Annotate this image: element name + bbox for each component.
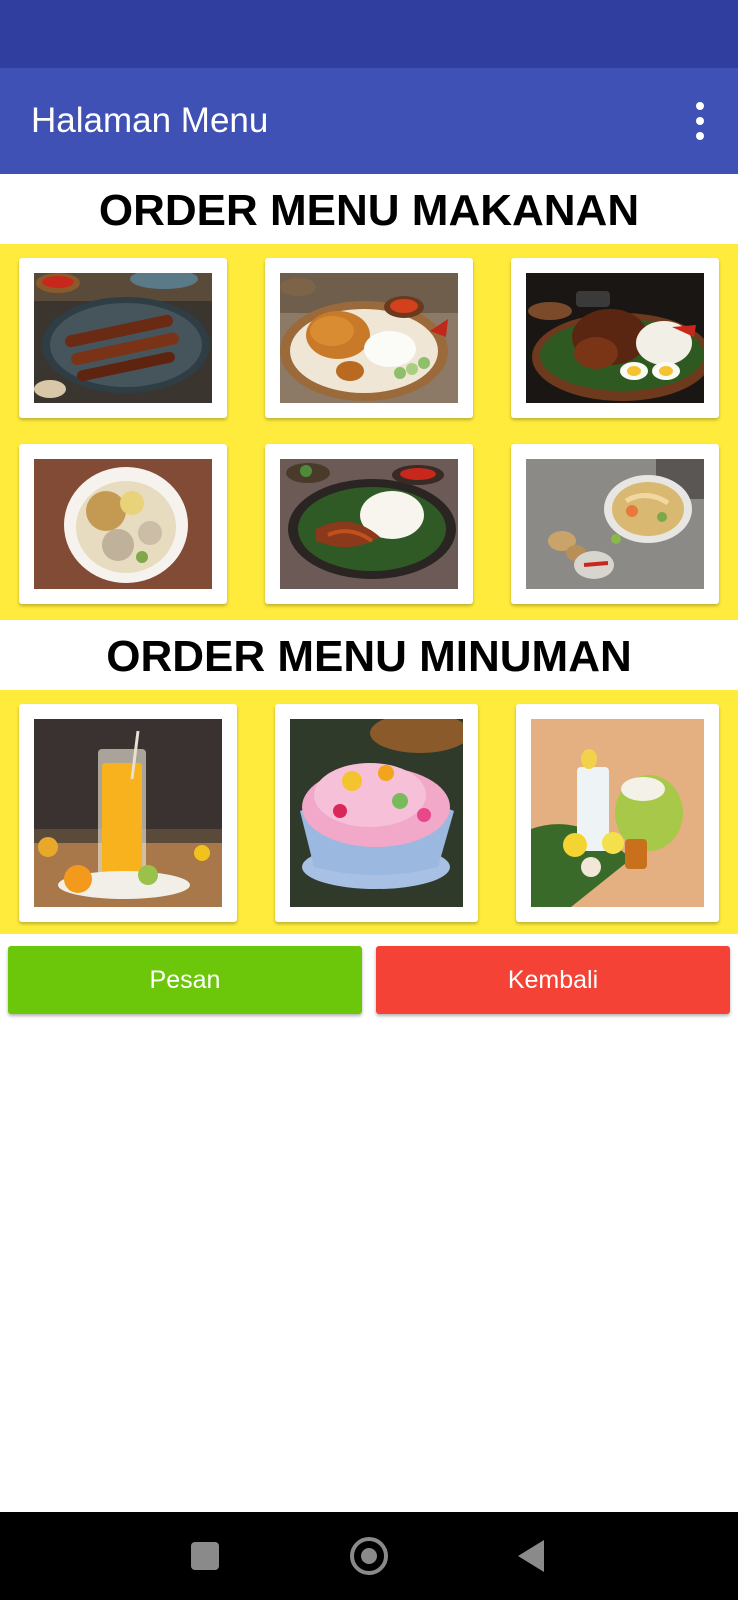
status-bar (0, 0, 738, 68)
square-icon[interactable] (191, 1542, 219, 1570)
menu-item-food-6[interactable] (511, 444, 719, 604)
menu-item-drink-1[interactable] (19, 704, 237, 922)
menu-item-drink-2[interactable] (275, 704, 478, 922)
food-image-bakso (34, 459, 212, 589)
app-bar: Halaman Menu (0, 68, 738, 174)
back-button[interactable]: Kembali (376, 946, 730, 1014)
food-image-ikan (280, 459, 458, 589)
menu-item-food-4[interactable] (19, 444, 227, 604)
food-image-bebek (526, 273, 704, 403)
more-vert-icon[interactable] (686, 98, 714, 144)
circle-home-icon[interactable] (350, 1537, 388, 1575)
drink-section-title: ORDER MENU MINUMAN (106, 632, 632, 681)
drink-image-es-jeruk (34, 719, 222, 907)
food-section-title: ORDER MENU MAKANAN (98, 186, 640, 235)
menu-item-food-2[interactable] (265, 258, 473, 418)
triangle-back-icon[interactable] (518, 1540, 544, 1572)
system-navigation-bar (0, 1512, 738, 1600)
menu-item-food-1[interactable] (19, 258, 227, 418)
food-image-ayam-goreng (280, 273, 458, 403)
drink-menu-panel (0, 690, 738, 934)
drink-image-es-campur (290, 719, 463, 907)
menu-item-food-5[interactable] (265, 444, 473, 604)
app-title: Halaman Menu (31, 101, 269, 140)
menu-item-drink-3[interactable] (516, 704, 719, 922)
food-image-sate (34, 273, 212, 403)
menu-item-food-3[interactable] (511, 258, 719, 418)
food-image-soto (526, 459, 704, 589)
food-menu-panel (0, 244, 738, 620)
drink-image-es-kelapa (531, 719, 704, 907)
order-button[interactable]: Pesan (8, 946, 362, 1014)
